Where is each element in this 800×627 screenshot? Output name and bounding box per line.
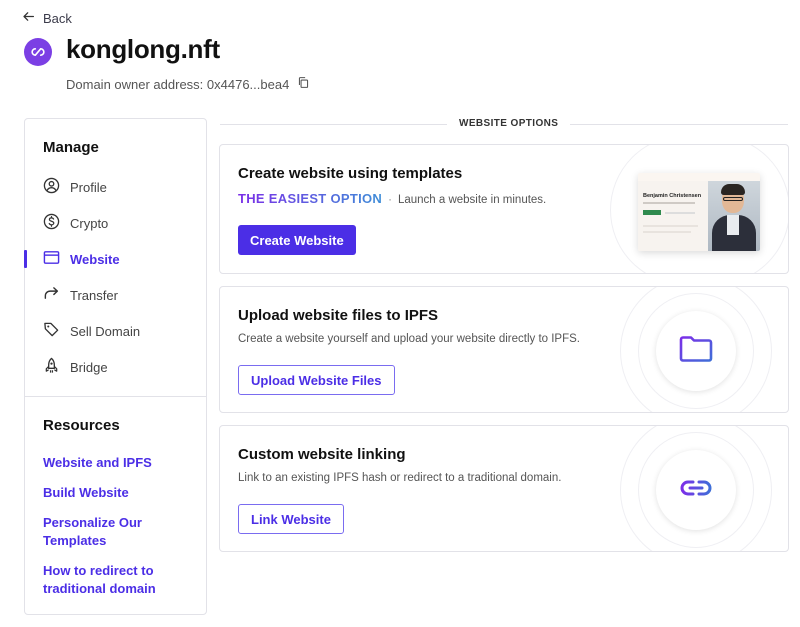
sidebar-item-bridge[interactable]: Bridge [25,352,206,382]
upload-website-files-button[interactable]: Upload Website Files [238,365,395,395]
person-circle-icon [43,177,60,197]
person-photo [708,181,760,251]
dollar-coin-icon [43,213,60,233]
sidebar-item-website[interactable]: Website [24,244,206,274]
card-title: Upload website files to IPFS [238,307,439,324]
folder-icon [679,335,713,368]
sidebar-item-sell-domain[interactable]: Sell Domain [25,316,206,346]
link-website-button[interactable]: Link Website [238,504,344,534]
arrow-forward-icon [43,285,60,305]
rocket-icon [43,357,60,377]
section-label: WEBSITE OPTIONS [447,118,571,129]
easiest-option-tag: THE EASIEST OPTION [238,191,383,206]
polygon-logo-icon [24,38,52,66]
folder-icon-badge [656,311,736,391]
sidebar-item-label: Profile [70,179,107,195]
card-description: THE EASIEST OPTION · Launch a website in m… [238,191,546,206]
photo-glasses [723,197,743,201]
card-create-website: Create website using templates THE EASIE… [219,144,789,274]
sidebar-divider [25,396,206,397]
manage-heading: Manage [43,139,99,156]
separator-dot: · [388,194,392,206]
create-website-button[interactable]: Create Website [238,225,356,255]
sidebar-item-transfer[interactable]: Transfer [25,280,206,310]
sidebar-item-label: Website [70,251,120,267]
preview-name: Benjamin Christensen [643,193,702,199]
preview-text-line [665,212,695,214]
back-label: Back [43,10,72,26]
card-description: Link to an existing IPFS hash or redirec… [238,472,562,484]
sidebar-item-label: Sell Domain [70,323,141,339]
sidebar-item-label: Bridge [70,359,108,375]
arrow-left-icon [22,10,35,26]
resources-heading: Resources [43,417,120,434]
preview-button [643,210,661,215]
domain-title: konglong.nft [66,34,220,64]
card-title: Custom website linking [238,446,406,463]
sidebar-item-label: Transfer [70,287,118,303]
link-icon-badge [656,450,736,530]
link-icon [679,478,713,503]
preview-text-line [643,231,691,233]
preview-text-line [643,202,695,204]
card-description-text: Launch a website in minutes. [397,194,547,206]
resource-link-website-ipfs[interactable]: Website and IPFS [43,454,193,472]
card-custom-linking: Custom website linking Link to an existi… [219,425,789,552]
browser-window-icon [43,249,60,269]
card-upload-ipfs: Upload website files to IPFS Create a we… [219,286,789,413]
owner-address: Domain owner address: 0x4476...bea4 [66,76,310,92]
photo-shirt [727,215,739,235]
card-title: Create website using templates [238,165,463,182]
sidebar-item-label: Crypto [70,215,109,231]
resource-link-redirect-domain[interactable]: How to redirect to traditional domain [43,562,163,598]
preview-text-line [643,225,698,227]
tag-icon [43,321,60,341]
preview-content: Benjamin Christensen [638,181,708,251]
copy-icon[interactable] [297,76,310,92]
sidebar: Manage Profile Crypto Website Transfer S… [24,118,207,615]
card-description: Create a website yourself and upload you… [238,333,580,345]
preview-topbar [638,173,760,181]
owner-address-text: Domain owner address: 0x4476...bea4 [66,76,290,92]
photo-hair [721,184,745,195]
sidebar-item-crypto[interactable]: Crypto [25,208,206,238]
resource-link-build-website[interactable]: Build Website [43,484,193,502]
sidebar-item-profile[interactable]: Profile [25,172,206,202]
resource-link-personalize-templates[interactable]: Personalize Our Templates [43,514,153,550]
back-link[interactable]: Back [22,10,72,26]
template-preview-image: Benjamin Christensen [638,173,760,251]
